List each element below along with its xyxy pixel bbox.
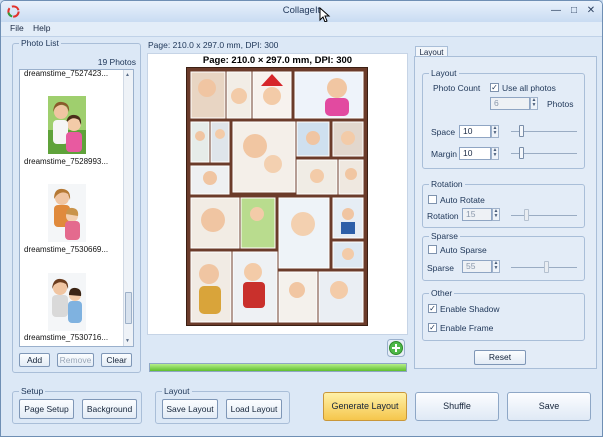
auto-sparse-checkbox[interactable] [428,245,437,254]
list-item-name[interactable]: dreamstime_7527423... [24,70,108,78]
photo-thumbnail[interactable] [48,273,86,331]
enable-frame-checkbox[interactable]: ✓ [428,323,437,332]
page-info: Page: 210.0 x 297.0 mm, DPI: 300 [148,40,279,50]
layout-settings-title: Layout [429,68,459,78]
collage-preview: Page: 210.0 × 297.0 mm, DPI: 300 [147,53,408,335]
rotation-title: Rotation [429,179,465,189]
margin-spinner[interactable]: ▲ ▼ [491,147,499,160]
enable-shadow-checkbox[interactable]: ✓ [428,304,437,313]
list-item-name[interactable]: dreamstime_7530716... [24,333,108,342]
mouse-cursor-icon [319,7,331,23]
setup-title: Setup [19,386,46,396]
auto-rotate-checkbox[interactable] [428,195,437,204]
sparse-title: Sparse [429,231,460,241]
enable-shadow-label: Enable Shadow [440,304,500,314]
rotation-group: Rotation [422,179,585,228]
photo-list-title: Photo List [19,38,61,48]
save-layout-button[interactable]: Save Layout [162,399,218,419]
sparse-spinner[interactable]: ▲ ▼ [492,260,500,273]
preview-title: Page: 210.0 × 297.0 mm, DPI: 300 [202,55,353,66]
maximize-icon[interactable]: □ [567,4,581,17]
scroll-up-icon[interactable]: ▲ [125,72,130,78]
photo-thumbnail[interactable] [48,96,86,154]
photo-thumbnail[interactable] [48,184,86,242]
photo-count-label: Photo Count [433,83,481,93]
photos-count-input[interactable]: 6 [490,97,530,110]
photos-unit-label: Photos [547,99,574,109]
sparse-group: Sparse [422,231,585,281]
other-group: Other [422,288,585,341]
enable-frame-label: Enable Frame [440,323,494,333]
progress-fill [150,364,406,371]
shuffle-button[interactable]: Shuffle [415,392,499,421]
rotation-input[interactable]: 15 [462,208,492,221]
margin-label: Margin [431,149,457,159]
window-title: CollageIt [282,5,321,16]
list-item-name[interactable]: dreamstime_7530669... [24,245,108,254]
close-icon[interactable]: ✕ [584,4,598,17]
progress-bar [149,363,407,372]
photos-spinner[interactable]: ▲ ▼ [530,97,538,110]
save-button[interactable]: Save [507,392,591,421]
margin-slider-thumb[interactable] [519,147,524,159]
menu-bar: File Help [1,22,602,37]
title-bar: CollageIt — □ ✕ [1,1,602,23]
space-slider-thumb[interactable] [519,125,524,137]
rotation-label: Rotation [427,211,459,221]
rotation-slider[interactable] [511,215,577,216]
photo-list[interactable]: dreamstime_7527423... dreamstime_7528993… [19,69,134,347]
reset-button[interactable]: Reset [474,350,526,365]
scroll-down-icon[interactable]: ▼ [125,338,130,344]
other-title: Other [429,288,455,298]
load-layout-button[interactable]: Load Layout [226,399,282,419]
menu-file[interactable]: File [10,23,24,33]
add-photo-icon[interactable] [387,339,405,357]
photo-count-text: 19 Photos [97,57,136,67]
collage-photos [190,71,364,323]
background-button[interactable]: Background [82,399,137,419]
page-setup-button[interactable]: Page Setup [19,399,74,419]
menu-help[interactable]: Help [33,23,50,33]
auto-rotate-label: Auto Rotate [440,195,485,205]
use-all-photos-label: Use all photos [502,83,556,93]
sparse-slider-thumb[interactable] [544,261,549,273]
layout-file-title: Layout [162,386,192,396]
list-item-name[interactable]: dreamstime_7528993... [24,157,108,166]
space-input[interactable]: 10 [459,125,491,138]
add-button[interactable]: Add [19,353,50,367]
minimize-icon[interactable]: — [549,4,563,17]
margin-input[interactable]: 10 [459,147,491,160]
rotation-spinner[interactable]: ▲ ▼ [492,208,500,221]
remove-button[interactable]: Remove [57,353,94,367]
use-all-photos-checkbox[interactable]: ✓ [490,83,499,92]
space-label: Space [431,127,456,137]
sparse-input[interactable]: 55 [462,260,492,273]
collage-page[interactable] [186,67,368,326]
auto-sparse-label: Auto Sparse [440,245,487,255]
app-window: CollageIt — □ ✕ File Help Photo List 19 … [0,0,603,437]
space-spinner[interactable]: ▲ ▼ [491,125,499,138]
list-scrollbar[interactable]: ▲ ▼ [123,70,133,346]
clear-button[interactable]: Clear [101,353,132,367]
rotation-slider-thumb[interactable] [524,209,529,221]
scroll-thumb[interactable] [125,292,132,324]
sparse-label: Sparse [427,263,454,273]
generate-layout-button[interactable]: Generate Layout [323,392,407,421]
